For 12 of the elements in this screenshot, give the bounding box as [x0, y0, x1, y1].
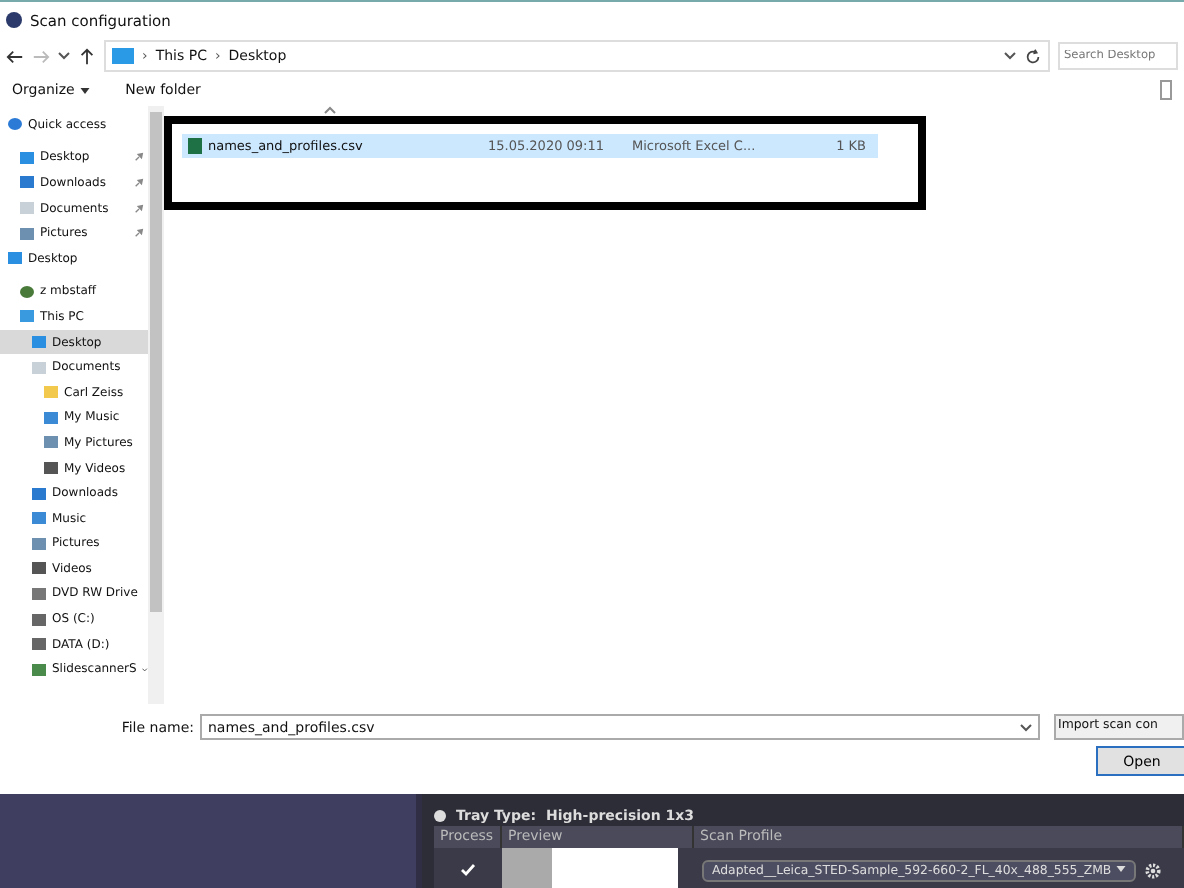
back-arrow-icon[interactable]: [6, 47, 24, 65]
checkbox[interactable]: [460, 862, 476, 878]
app-icon: [6, 12, 22, 28]
caret-down-icon: [1115, 866, 1126, 873]
gear-icon[interactable]: [1143, 861, 1162, 879]
caret-down-icon[interactable]: [1004, 52, 1016, 60]
sort-caret-icon[interactable]: [324, 106, 336, 114]
up-arrow-icon[interactable]: [78, 47, 96, 65]
caret-down-icon: [79, 87, 90, 94]
refresh-icon[interactable]: [1024, 47, 1042, 65]
caret-down-icon[interactable]: [58, 52, 70, 60]
caret-down-icon[interactable]: [1020, 723, 1032, 731]
